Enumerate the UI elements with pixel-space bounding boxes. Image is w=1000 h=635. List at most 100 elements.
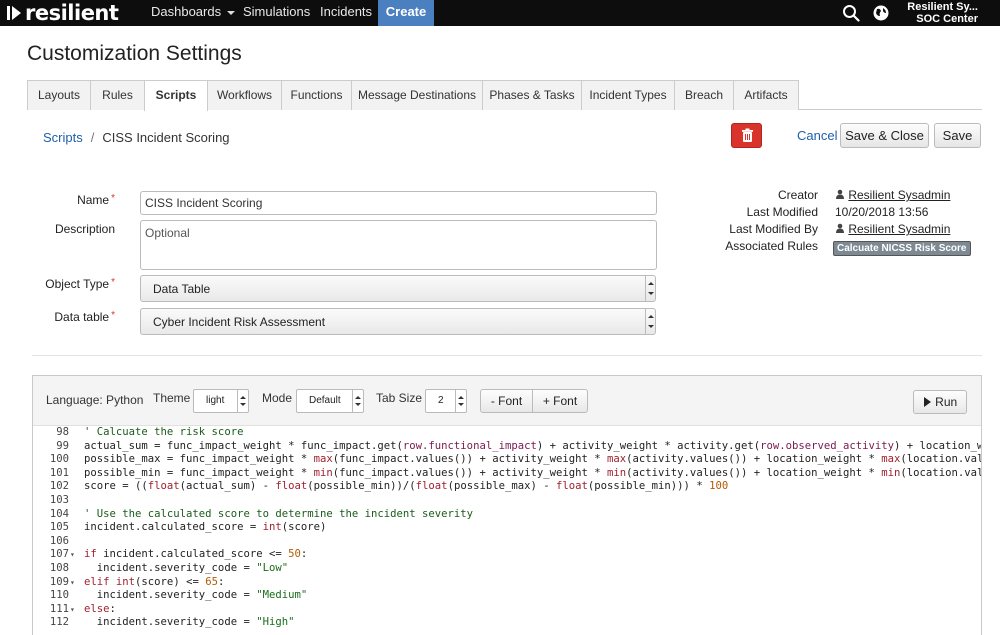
nav-simulations[interactable]: Simulations bbox=[237, 0, 316, 26]
save-button[interactable]: Save bbox=[934, 123, 981, 148]
code-line: 100 possible_max = func_impact_weight * m… bbox=[33, 453, 981, 467]
run-label: Run bbox=[935, 395, 958, 409]
data-table-label: Data table * bbox=[30, 310, 115, 324]
line-number: 110 bbox=[49, 589, 69, 602]
breadcrumb-separator: / bbox=[90, 130, 95, 145]
associated-rule-badge[interactable]: Calcuate NICSS Risk Score bbox=[833, 241, 971, 256]
theme-select[interactable]: light bbox=[193, 389, 249, 413]
globe-icon[interactable] bbox=[872, 4, 890, 22]
object-type-select[interactable]: Data Table bbox=[140, 275, 656, 302]
data-table-select[interactable]: Cyber Incident Risk Assessment bbox=[140, 308, 656, 335]
name-field[interactable]: CISS Incident Scoring bbox=[140, 191, 657, 215]
line-number: 108 bbox=[49, 561, 69, 574]
breadcrumb-scripts-link[interactable]: Scripts bbox=[43, 130, 83, 145]
line-number: 102 bbox=[49, 480, 69, 493]
tab-scripts[interactable]: Scripts bbox=[144, 80, 208, 111]
fold-toggle-icon[interactable]: ▾ bbox=[70, 576, 75, 590]
last-modified-by-label: Last Modified By bbox=[729, 222, 818, 236]
last-modified-label: Last Modified bbox=[746, 205, 818, 219]
select-arrows-icon bbox=[455, 390, 466, 412]
tab-incident-types[interactable]: Incident Types bbox=[581, 80, 675, 110]
required-marker: * bbox=[111, 277, 115, 288]
tab-rules[interactable]: Rules bbox=[90, 80, 145, 110]
code-text: if incident.calculated_score <= 50: bbox=[84, 548, 308, 561]
nav-dashboards-label: Dashboards bbox=[151, 4, 222, 19]
tab-workflows[interactable]: Workflows bbox=[207, 80, 282, 110]
required-marker: * bbox=[111, 310, 115, 321]
nav-incidents[interactable]: Incidents bbox=[314, 0, 378, 26]
name-label: Name * bbox=[40, 193, 115, 207]
code-text: possible_max = func_impact_weight * max(… bbox=[84, 453, 981, 466]
nav-create-button[interactable]: Create bbox=[378, 0, 434, 26]
code-text: score = ((float(actual_sum) - float(poss… bbox=[84, 480, 729, 493]
tab-message-destinations[interactable]: Message Destinations bbox=[351, 80, 483, 110]
last-modified-by-value[interactable]: Resilient Sysadmin bbox=[835, 222, 950, 236]
code-text: incident.severity_code = "High" bbox=[84, 616, 295, 629]
code-area[interactable]: 98 ' Calcuate the risk score 99 actual_sum … bbox=[33, 426, 981, 630]
trash-icon bbox=[742, 128, 753, 142]
select-arrows-icon bbox=[352, 390, 363, 412]
last-modified-value: 10/20/2018 13:56 bbox=[835, 205, 929, 219]
script-editor: Language: Python Theme light Mode Defaul… bbox=[32, 375, 982, 635]
code-text: else: bbox=[84, 602, 116, 615]
fold-toggle-icon[interactable]: ▾ bbox=[70, 603, 75, 617]
code-line: 102 score = ((float(actual_sum) - float(p… bbox=[33, 480, 981, 494]
last-modified-by-name: Resilient Sysadmin bbox=[848, 222, 951, 236]
mode-select[interactable]: Default bbox=[296, 389, 364, 413]
select-arrows-icon bbox=[645, 309, 655, 334]
logo-mark-icon bbox=[7, 6, 21, 20]
line-number: 104 bbox=[49, 507, 69, 520]
delete-button[interactable] bbox=[731, 123, 762, 148]
user-name: Resilient Sy... bbox=[907, 1, 978, 13]
line-number: 101 bbox=[49, 466, 69, 479]
line-number: 105 bbox=[49, 521, 69, 534]
line-number: 107 bbox=[49, 548, 69, 561]
creator-label: Creator bbox=[777, 188, 818, 202]
description-label: Description bbox=[54, 222, 115, 236]
code-line: 98 ' Calcuate the risk score bbox=[33, 426, 981, 440]
tab-size-value: 2 bbox=[438, 395, 444, 406]
resilient-logo[interactable]: resilient bbox=[7, 1, 119, 25]
user-menu[interactable]: Resilient Sy... SOC Center bbox=[907, 1, 978, 25]
breadcrumb: Scripts / CISS Incident Scoring bbox=[43, 130, 230, 145]
tab-layouts[interactable]: Layouts bbox=[27, 80, 91, 110]
data-table-value: Cyber Incident Risk Assessment bbox=[153, 315, 326, 329]
tab-breach[interactable]: Breach bbox=[674, 80, 734, 110]
nav-simulations-label: Simulations bbox=[243, 4, 311, 19]
font-decrease-button[interactable]: - Font bbox=[480, 389, 533, 413]
nav-create-label: Create bbox=[385, 4, 427, 19]
top-nav-bar: resilient Dashboards Simulations Inciden… bbox=[0, 0, 1000, 26]
line-number: 103 bbox=[49, 493, 69, 506]
save-close-button[interactable]: Save & Close bbox=[840, 123, 929, 148]
code-line: 108 incident.severity_code = "Low" bbox=[33, 562, 981, 576]
cancel-button[interactable]: Cancel bbox=[797, 128, 837, 143]
search-icon[interactable] bbox=[842, 4, 860, 22]
font-increase-button[interactable]: + Font bbox=[532, 389, 588, 413]
name-label-text: Name bbox=[77, 193, 110, 207]
play-icon bbox=[923, 397, 931, 407]
description-field[interactable]: Optional bbox=[140, 220, 657, 270]
settings-tabs: Layouts Rules Scripts Workflows Function… bbox=[27, 80, 982, 111]
select-arrows-icon bbox=[645, 276, 655, 301]
user-icon bbox=[836, 223, 844, 233]
run-button[interactable]: Run bbox=[913, 390, 967, 414]
tab-size-label: Tab Size bbox=[376, 391, 423, 405]
code-text: possible_min = func_impact_weight * min(… bbox=[84, 466, 981, 479]
tab-functions[interactable]: Functions bbox=[281, 80, 352, 110]
line-number: 100 bbox=[49, 453, 69, 466]
theme-label: Theme bbox=[153, 391, 191, 405]
code-text: ' Calcuate the risk score bbox=[84, 426, 244, 438]
object-type-label-text: Object Type bbox=[45, 277, 110, 291]
code-line: 101 possible_min = func_impact_weight * m… bbox=[33, 467, 981, 481]
tab-phases-tasks[interactable]: Phases & Tasks bbox=[482, 80, 582, 110]
user-org: SOC Center bbox=[916, 13, 978, 25]
tab-artifacts[interactable]: Artifacts bbox=[733, 80, 799, 110]
fold-toggle-icon[interactable]: ▾ bbox=[70, 548, 75, 562]
required-marker: * bbox=[111, 193, 115, 204]
code-line: 112 incident.severity_code = "High" bbox=[33, 616, 981, 630]
user-icon bbox=[836, 189, 844, 199]
nav-dashboards[interactable]: Dashboards bbox=[145, 0, 241, 26]
code-line: 106 bbox=[33, 535, 981, 549]
tab-size-select[interactable]: 2 bbox=[425, 389, 467, 413]
creator-value[interactable]: Resilient Sysadmin bbox=[835, 188, 950, 202]
